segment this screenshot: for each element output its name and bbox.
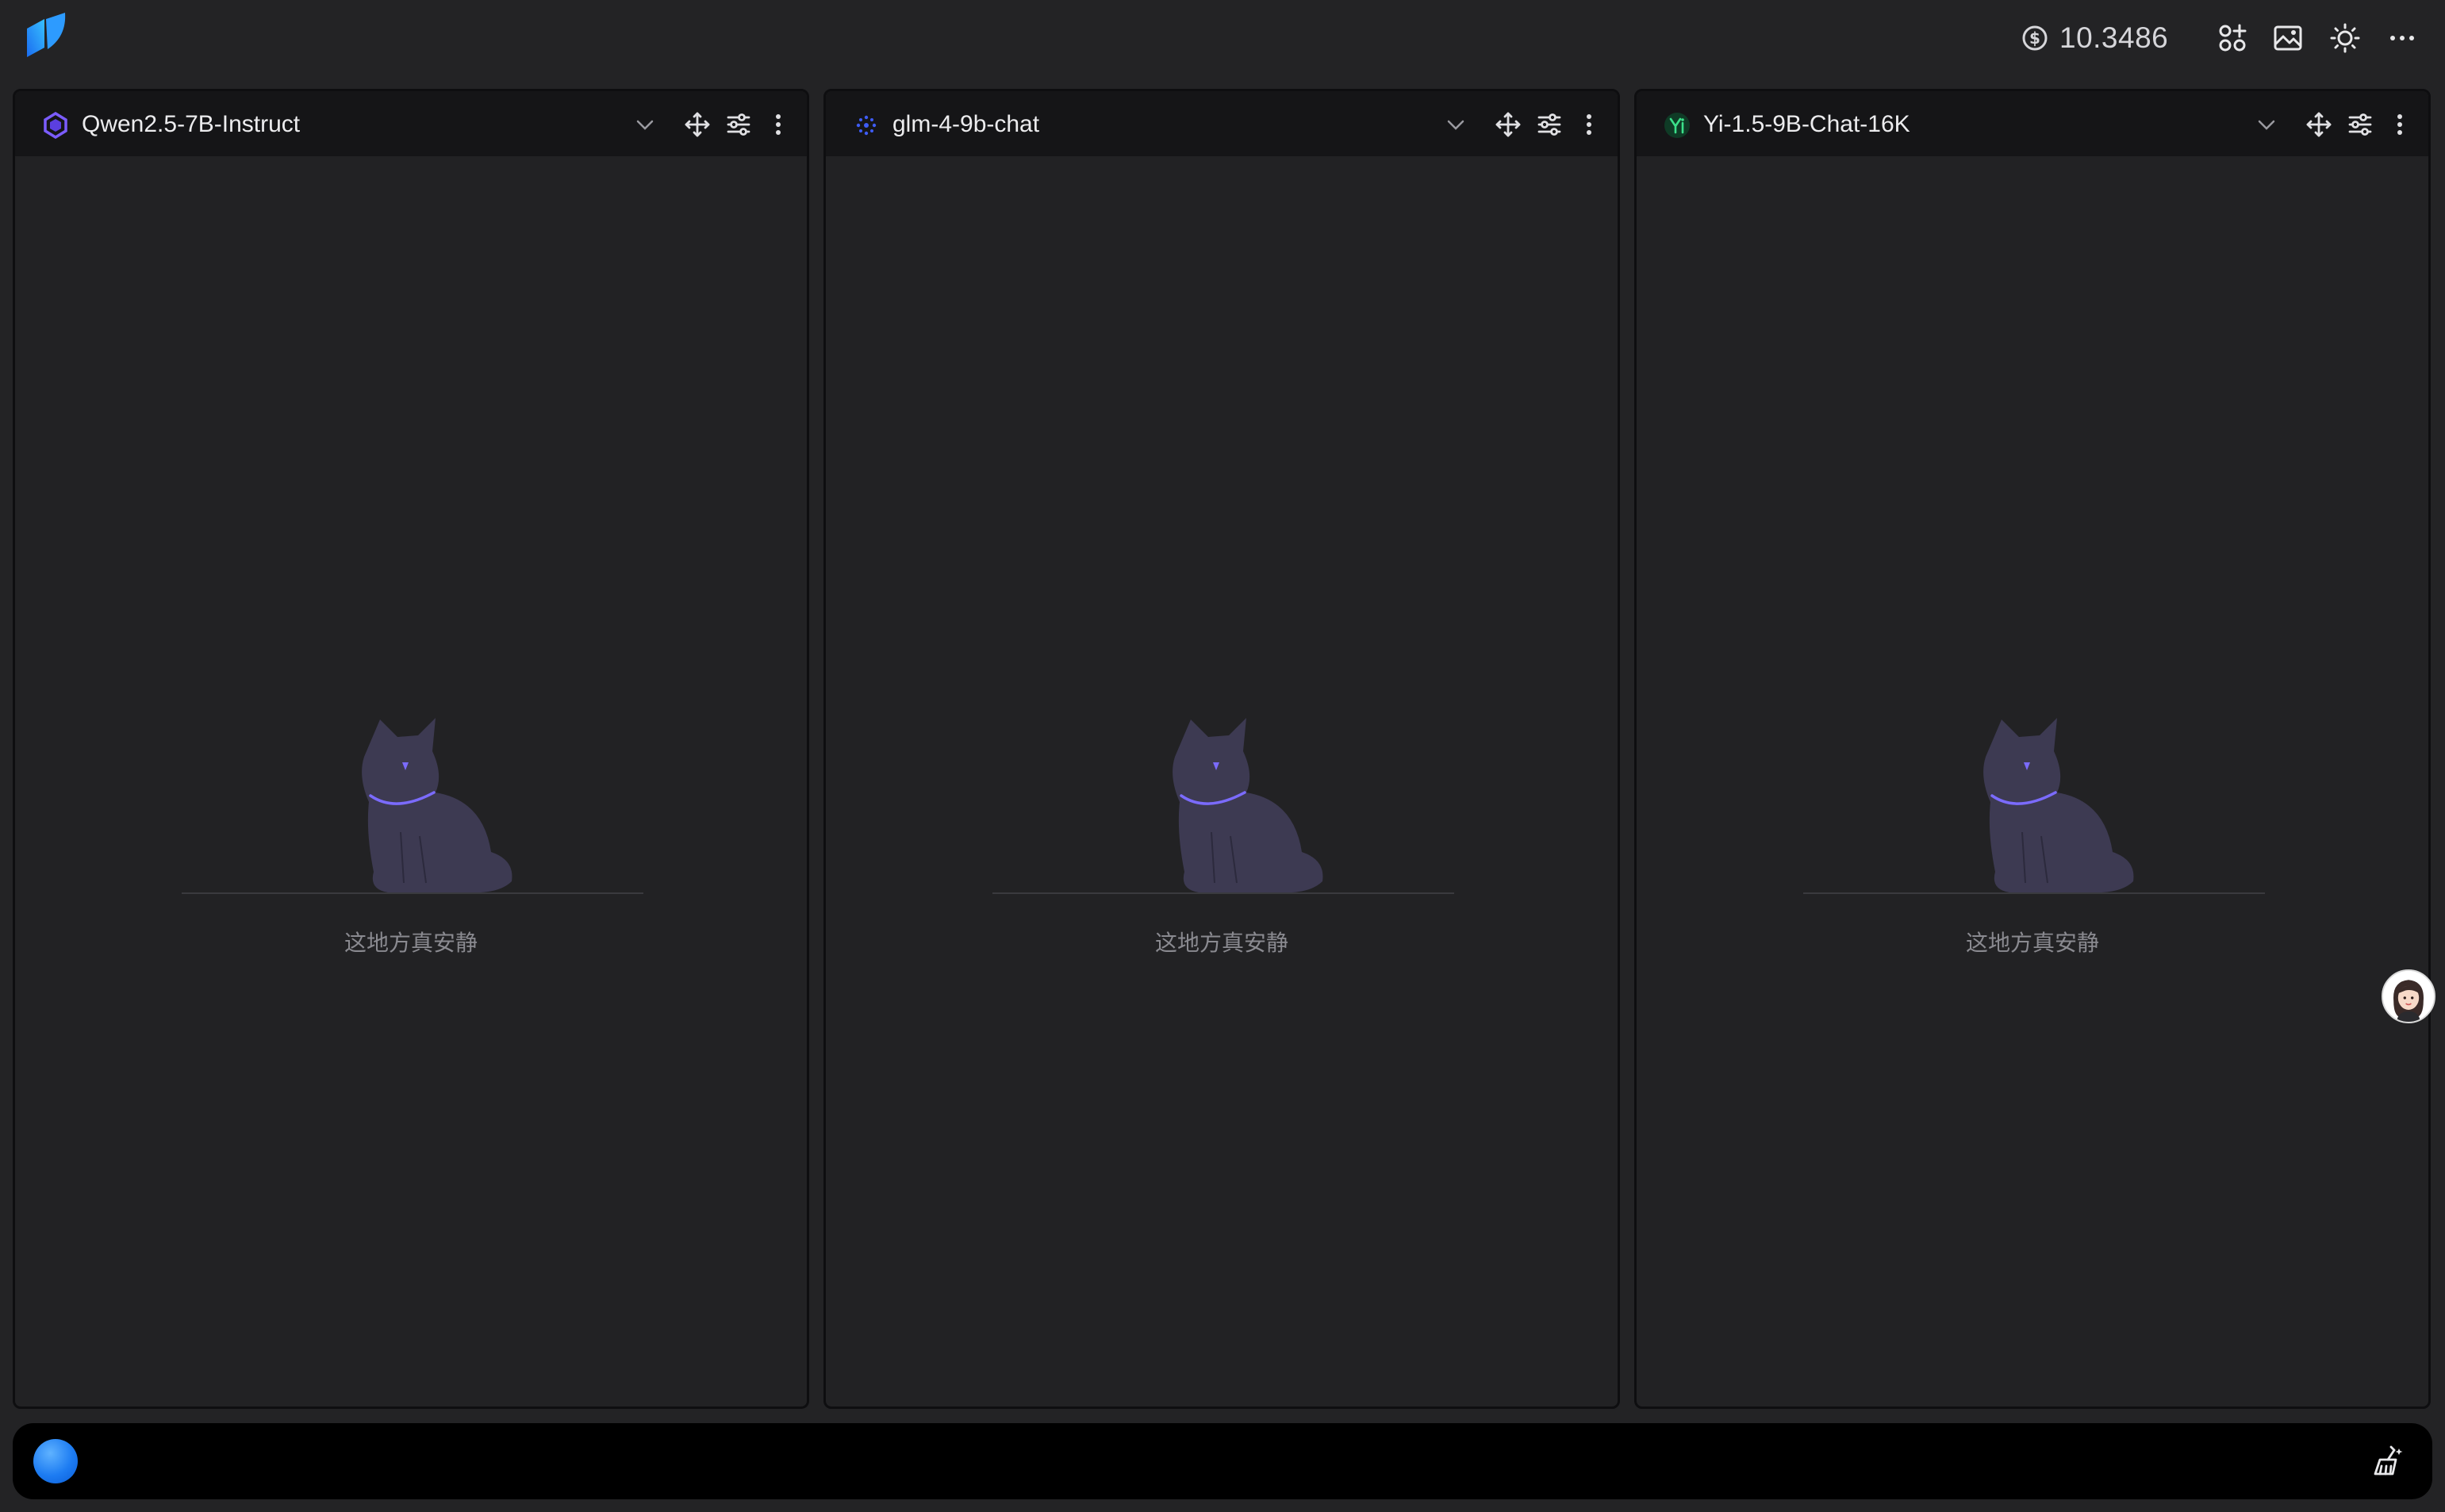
coin-dollar-icon: $ [2022,25,2048,51]
top-bar: $ 10.3486 [0,0,2445,79]
sun-theme-icon[interactable] [2328,21,2362,56]
sliders-icon[interactable] [1532,107,1567,142]
more-vertical-icon[interactable] [2382,107,2417,142]
empty-state-text: 这地方真安静 [1154,931,1288,955]
panel-header: glm-4-9b-chat [826,91,1618,156]
balance-value: 10.3486 [2059,21,2169,54]
apps-plus-icon[interactable] [2215,21,2250,56]
panel-header: Qwen2.5-7B-Instruct [15,91,807,156]
svg-text:$: $ [2029,29,2040,48]
chevron-down-icon[interactable] [2249,107,2284,142]
model-name[interactable]: Yi-1.5-9B-Chat-16K [1703,109,1910,140]
message-input[interactable] [92,1437,2340,1487]
move-arrows-icon[interactable] [1491,107,1526,142]
app-logo-icon[interactable] [24,13,68,60]
balance-display: $ 10.3486 [2021,21,2168,56]
chat-panel-3: Yi-1.5-9B-Chat-16K 这地方真安静 [1634,89,2431,1409]
ground-line [1803,892,2265,894]
chevron-down-icon[interactable] [1438,107,1473,142]
model-name[interactable]: glm-4-9b-chat [892,109,1039,140]
sleeping-cat-illustration [1173,718,1323,893]
sleeping-cat-illustration [362,718,512,893]
image-gallery-icon[interactable] [2270,21,2305,56]
sliders-icon[interactable] [2343,107,2378,142]
chat-panel-2: glm-4-9b-chat 这地方真安静 [823,89,1620,1409]
more-horizontal-icon[interactable] [2385,21,2420,56]
model-name[interactable]: Qwen2.5-7B-Instruct [82,109,300,140]
empty-state: 这地方真安静 [826,631,1618,964]
message-input-bar [13,1423,2432,1499]
sliders-icon[interactable] [721,107,756,142]
move-arrows-icon[interactable] [680,107,715,142]
empty-state: 这地方真安静 [1637,631,2428,964]
sleeping-cat-illustration [1983,718,2134,893]
assistant-avatar[interactable] [2382,969,2435,1023]
zhipu-logo-icon [856,115,877,136]
panel-header: Yi-1.5-9B-Chat-16K [1637,91,2428,156]
yi-logo-icon [1664,113,1690,138]
move-arrows-icon[interactable] [2301,107,2336,142]
chevron-down-icon[interactable] [628,107,662,142]
chat-panel-1: Qwen2.5-7B-Instruct 这地方真安静 [13,89,809,1409]
clear-broom-icon[interactable] [2369,1442,2407,1480]
empty-state: 这地方真安静 [15,631,807,964]
more-vertical-icon[interactable] [1572,107,1606,142]
qwen-logo-icon [44,112,67,139]
empty-state-text: 这地方真安静 [344,931,478,955]
ground-line [182,892,643,894]
ground-line [992,892,1454,894]
assistant-orb-icon[interactable] [33,1439,78,1483]
empty-state-text: 这地方真安静 [1965,931,2099,955]
more-vertical-icon[interactable] [761,107,796,142]
